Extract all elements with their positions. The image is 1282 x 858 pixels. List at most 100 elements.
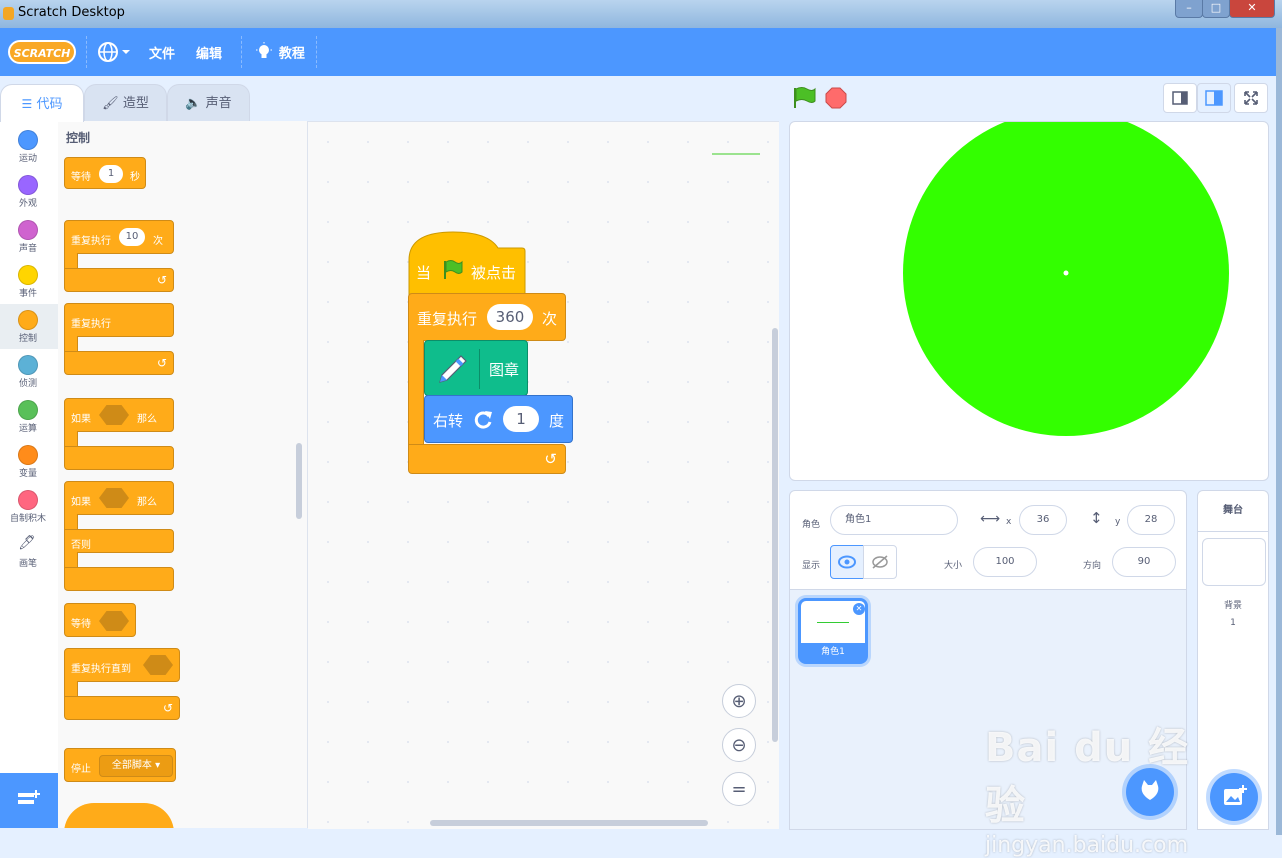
tutorials-menu[interactable]: 教程 [255, 42, 305, 62]
category-label: 事件 [18, 289, 37, 299]
show-sprite-button[interactable] [830, 545, 864, 579]
normal-stage-icon [1205, 90, 1223, 106]
watermark-url: jingyan.baidu.com [985, 833, 1189, 858]
normal-stage-button[interactable] [1197, 83, 1231, 113]
stop-option-dropdown[interactable]: 全部脚本 ▾ [99, 755, 173, 777]
zoom-out-button[interactable]: ⊖ [722, 728, 756, 762]
script-block-repeat[interactable]: 重复执行 360 次 [408, 293, 566, 341]
edit-menu[interactable]: 编辑 [196, 43, 222, 62]
sprite-name-input[interactable]: 角色1 [830, 505, 958, 535]
category-item-3[interactable]: 事件 [0, 259, 58, 304]
y-position-input[interactable]: 28 [1127, 505, 1175, 535]
category-menu: 运动外观声音事件控制侦测运算变量自制积木 🖊 画笔 [0, 121, 59, 773]
palette-block-stop[interactable]: 停止 全部脚本 ▾ [64, 748, 176, 782]
category-label: 外观 [18, 199, 37, 209]
category-dot-icon [18, 355, 38, 375]
green-flag-icon [444, 260, 463, 279]
category-label: 运算 [18, 424, 37, 434]
eye-icon [838, 555, 856, 569]
category-label: 变量 [18, 469, 37, 479]
fullscreen-icon [1244, 91, 1258, 105]
wait-seconds-input[interactable]: 1 [99, 165, 123, 183]
repeat-count-field[interactable]: 360 [487, 304, 533, 330]
category-item-2[interactable]: 声音 [0, 214, 58, 259]
fullscreen-button[interactable] [1234, 83, 1268, 113]
category-dot-icon [18, 445, 38, 465]
palette-scrollbar[interactable] [296, 443, 302, 519]
minimize-button[interactable]: – [1175, 0, 1203, 18]
category-dot-icon [18, 175, 38, 195]
category-dot-icon [18, 220, 38, 240]
lightbulb-icon [256, 42, 272, 58]
category-label: 声音 [18, 244, 37, 254]
tab-sounds[interactable]: 🔈 声音 [167, 84, 250, 122]
category-item-4[interactable]: 控制 [0, 304, 58, 349]
stop-button[interactable] [825, 87, 847, 109]
script-vertical-scrollbar[interactable] [772, 328, 778, 742]
baidu-watermark: Bai du 经验 jingyan.baidu.com [985, 715, 1225, 858]
palette-block-repeat[interactable]: 重复执行 10 次 [64, 220, 174, 254]
delete-sprite-icon[interactable]: ✕ [853, 603, 865, 615]
zoom-out-icon: ⊖ [731, 735, 747, 756]
x-position-input[interactable]: 36 [1019, 505, 1067, 535]
category-item-9[interactable]: 🖊 画笔 [0, 529, 58, 574]
script-block-turn-right[interactable]: 右转 1 度 [424, 395, 573, 443]
script-area[interactable]: 当 被点击 重复执行 360 次 ↺ 图章 右转 1 度 ⊕ ⊖ = [308, 121, 779, 829]
category-item-6[interactable]: 运算 [0, 394, 58, 439]
category-item-0[interactable]: 运动 [0, 124, 58, 169]
script-horizontal-scrollbar[interactable] [430, 820, 708, 826]
tab-code[interactable]: ☰ 代码 [0, 84, 84, 122]
menu-bar: SCRATCH 文件 编辑 教程 [0, 28, 1276, 76]
turn-degrees-field[interactable]: 1 [503, 406, 539, 432]
palette-block-if[interactable]: 如果 那么 [64, 398, 174, 432]
stage-canvas[interactable] [789, 121, 1269, 481]
green-flag-button[interactable] [792, 86, 816, 110]
category-dot-icon [18, 130, 38, 150]
sprite-info-panel: 角色 角色1 ⟷ x 36 ↕ y 28 显示 大小 100 方向 90 [789, 490, 1187, 590]
code-icon: ☰ [21, 97, 33, 111]
palette-block-wait-until[interactable]: 等待 [64, 603, 136, 637]
category-item-8[interactable]: 自制积木 [0, 484, 58, 529]
zoom-reset-button[interactable]: = [722, 772, 756, 806]
category-item-5[interactable]: 侦测 [0, 349, 58, 394]
category-label: 自制积木 [9, 514, 46, 524]
sprite-thumbnail[interactable]: 角色1 ✕ [798, 598, 868, 664]
vertical-arrows-icon: ↕ [1090, 509, 1103, 527]
language-menu[interactable] [98, 41, 132, 66]
category-dot-icon [18, 310, 38, 330]
palette-block-wait[interactable]: 等待 1 秒 [64, 157, 146, 189]
stage-thumbnail[interactable] [1202, 538, 1266, 586]
small-stage-button[interactable] [1163, 83, 1197, 113]
hide-sprite-button[interactable] [863, 545, 897, 579]
category-label: 画笔 [18, 559, 37, 569]
palette-heading: 控制 [66, 131, 91, 145]
size-input[interactable]: 100 [973, 547, 1037, 577]
window-titlebar: Scratch Desktop – □ ✕ [0, 0, 1282, 28]
pen-icon [439, 355, 467, 383]
add-extension-button[interactable] [0, 773, 58, 828]
file-menu[interactable]: 文件 [149, 43, 175, 62]
direction-input[interactable]: 90 [1112, 547, 1176, 577]
category-item-1[interactable]: 外观 [0, 169, 58, 214]
tab-costumes[interactable]: 🖌 造型 [84, 84, 167, 122]
palette-block-forever[interactable]: 重复执行 [64, 303, 174, 337]
script-block-stamp[interactable]: 图章 [424, 340, 528, 396]
window-right-edge [1276, 28, 1282, 835]
scratch-logo[interactable]: SCRATCH [8, 40, 76, 64]
forever-arrow-icon: ↺ [64, 351, 174, 375]
zoom-in-button[interactable]: ⊕ [722, 684, 756, 718]
app-icon [3, 7, 14, 20]
eye-slash-icon [872, 555, 888, 569]
repeat-arrow-icon: ↺ [64, 268, 174, 292]
stage-panel-title: 舞台 [1198, 491, 1268, 532]
category-item-7[interactable]: 变量 [0, 439, 58, 484]
repeat-until-arrow-icon: ↺ [64, 696, 180, 720]
close-button[interactable]: ✕ [1229, 0, 1275, 18]
repeat-count-input[interactable]: 10 [119, 228, 145, 246]
palette-block-if-else[interactable]: 如果 那么 [64, 481, 174, 515]
category-dot-icon [18, 490, 38, 510]
category-label: 控制 [18, 334, 37, 344]
maximize-button[interactable]: □ [1202, 0, 1230, 18]
palette-block-repeat-until[interactable]: 重复执行直到 [64, 648, 180, 682]
category-dot-icon [18, 400, 38, 420]
